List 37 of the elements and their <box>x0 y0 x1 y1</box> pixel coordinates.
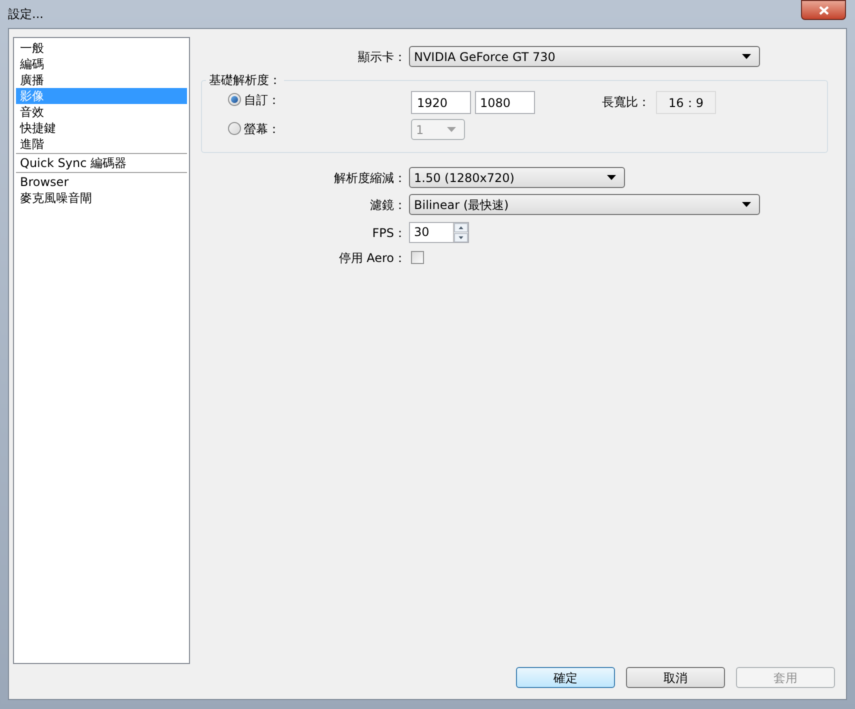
radio-label: 螢幕： <box>244 122 280 134</box>
caret-icon <box>607 175 616 180</box>
fps-spinner[interactable]: 30 <box>409 222 469 243</box>
window-title: 設定... <box>8 8 44 20</box>
category-item[interactable]: 編碼 <box>16 56 187 72</box>
height-field[interactable]: 1080 <box>475 91 535 114</box>
category-item[interactable]: Quick Sync 編碼器 <box>16 155 187 171</box>
checkbox[interactable] <box>411 251 424 264</box>
field-label: 解析度縮減： <box>334 170 406 184</box>
dropdown[interactable]: NVIDIA GeForce GT 730 <box>409 46 760 67</box>
width-field[interactable]: 1920 <box>411 91 471 114</box>
dropdown[interactable]: Bilinear (最快速) <box>409 194 760 215</box>
category-item[interactable]: 廣播 <box>16 72 187 88</box>
dialog-button[interactable]: 取消 <box>626 667 725 688</box>
close-button[interactable] <box>801 0 846 20</box>
category-item[interactable]: 進階 <box>16 136 187 152</box>
category-item[interactable]: 麥克風噪音閘 <box>16 190 187 206</box>
category-item[interactable]: 音效 <box>16 104 187 120</box>
radio-label: 自訂： <box>244 94 280 106</box>
caret-icon <box>447 127 456 132</box>
field-label: 濾鏡： <box>370 198 406 212</box>
category-item[interactable]: 一般 <box>16 40 187 56</box>
group-legend: 基礎解析度： <box>206 74 284 86</box>
close-icon <box>818 6 828 14</box>
dialog-button[interactable]: 確定 <box>516 667 615 688</box>
field-label: FPS： <box>372 226 406 240</box>
dropdown[interactable]: 1.50 (1280x720) <box>409 167 625 188</box>
field-label: 停用 Aero： <box>338 250 406 264</box>
radio-button[interactable] <box>228 93 241 106</box>
category-item[interactable]: 快捷鍵 <box>16 120 187 136</box>
caret-icon <box>742 54 751 59</box>
radio-button[interactable] <box>228 122 241 135</box>
field-label: 顯示卡： <box>358 50 406 64</box>
aspect-label: 長寬比： <box>602 96 650 108</box>
category-item[interactable]: Browser <box>16 174 187 190</box>
aspect-value: 16：9 <box>656 91 716 114</box>
caret-icon <box>742 202 751 207</box>
